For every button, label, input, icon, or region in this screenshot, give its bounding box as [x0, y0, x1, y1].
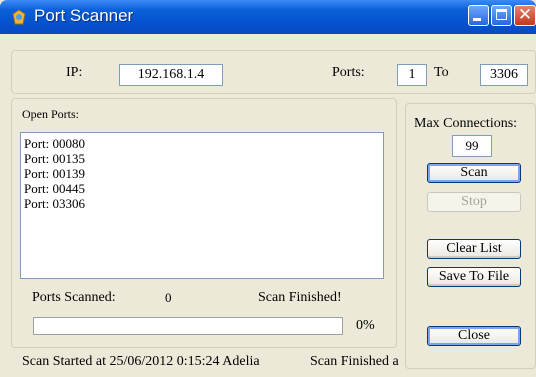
port-from-input[interactable]: 1 [397, 64, 427, 86]
maximize-icon [496, 9, 507, 20]
scan-finished-status: Scan Finished a [310, 354, 399, 369]
open-ports-label: Open Ports: [22, 107, 79, 121]
progress-percent: 0% [356, 318, 375, 333]
scan-button[interactable]: Scan [427, 163, 521, 183]
to-label: To [434, 65, 449, 80]
max-connections-input[interactable]: 99 [452, 135, 492, 157]
list-item[interactable]: Port: 03306 [24, 196, 383, 211]
close-button[interactable]: Close [427, 326, 521, 346]
list-item[interactable]: Port: 00135 [24, 151, 383, 166]
title-bar[interactable]: Port Scanner ✕ [0, 0, 536, 34]
app-icon [12, 9, 26, 25]
ip-input[interactable]: 192.168.1.4 [119, 64, 223, 86]
stop-button[interactable]: Stop [427, 192, 521, 212]
minimize-button[interactable] [468, 5, 489, 26]
minimize-icon [473, 18, 481, 21]
window-title: Port Scanner [34, 6, 134, 25]
clear-list-button[interactable]: Clear List [427, 239, 521, 259]
save-to-file-button[interactable]: Save To File [427, 267, 521, 287]
list-item[interactable]: Port: 00139 [24, 166, 383, 181]
close-icon: ✕ [517, 5, 533, 25]
scan-started-status: Scan Started at 25/06/2012 0:15:24 Adeli… [22, 354, 260, 369]
ports-scanned-count: 0 [165, 290, 172, 305]
close-window-button[interactable]: ✕ [514, 5, 536, 26]
ip-label: IP: [66, 65, 83, 80]
ports-scanned-label: Ports Scanned: [32, 290, 116, 305]
ports-label: Ports: [332, 65, 365, 80]
scan-status-text: Scan Finished! [258, 290, 342, 305]
maximize-button[interactable] [491, 5, 512, 26]
scan-progress-bar [33, 317, 343, 335]
list-item[interactable]: Port: 00080 [24, 136, 383, 151]
max-connections-label: Max Connections: [414, 116, 518, 131]
list-item[interactable]: Port: 00445 [24, 181, 383, 196]
port-to-input[interactable]: 3306 [480, 64, 528, 86]
scan-params-group: IP: 192.168.1.4 Ports: 1 To 3306 [11, 50, 536, 94]
open-ports-list[interactable]: Port: 00080 Port: 00135 Port: 00139 Port… [20, 132, 384, 279]
